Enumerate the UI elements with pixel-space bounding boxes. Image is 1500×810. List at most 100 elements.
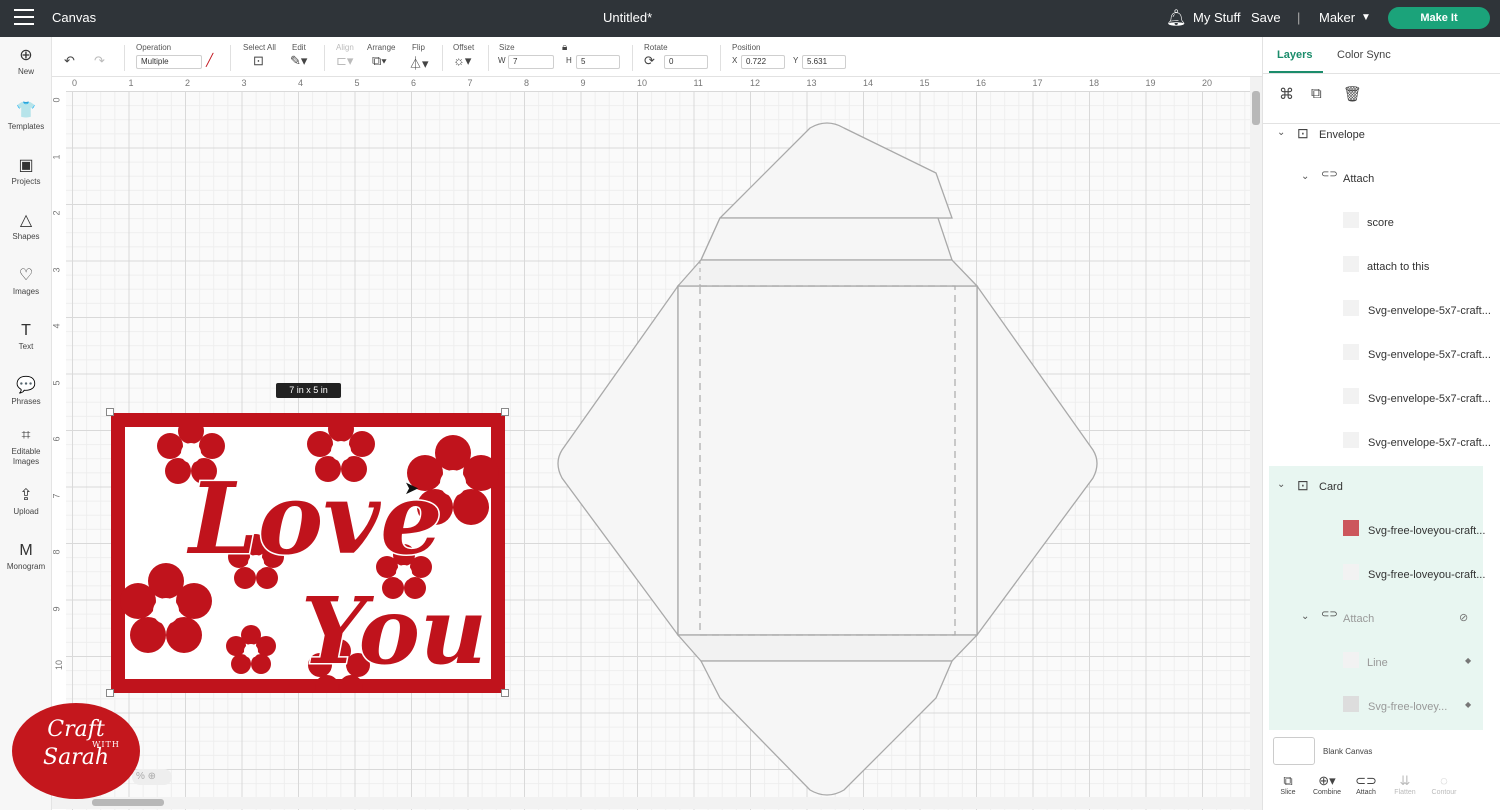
layer-row[interactable]: Svg-envelope-5x7-craft... <box>1263 290 1500 334</box>
sidebar-item-monogram[interactable]: M Monogram <box>0 542 52 572</box>
layer-name: Svg-envelope-5x7-craft... <box>1368 349 1491 361</box>
chevron-down-icon[interactable]: ⌄ <box>1277 479 1285 490</box>
save-button[interactable]: Save <box>1251 10 1281 25</box>
app-title: Canvas <box>52 10 97 25</box>
layer-row[interactable]: Line ◆ <box>1269 642 1483 686</box>
sidebar-item-shapes[interactable]: △ Shapes <box>0 212 52 242</box>
sidebar-item-projects[interactable]: ▣ Projects <box>0 157 52 187</box>
document-title[interactable]: Untitled* <box>603 10 652 25</box>
align-icon[interactable]: ⊏▾ <box>336 53 353 69</box>
menu-icon[interactable] <box>14 9 34 25</box>
tool-label: Attach <box>1356 789 1376 796</box>
undo-icon[interactable]: ↶ <box>64 53 75 69</box>
tool-label: Slice <box>1280 789 1296 796</box>
ruler-tick-label: 7 <box>51 492 62 499</box>
resize-handle[interactable] <box>501 689 509 697</box>
sidebar-item-phrases[interactable]: 💬 Phrases <box>0 377 52 407</box>
vertical-scrollbar[interactable] <box>1250 77 1262 810</box>
zoom-control[interactable]: % ⊕ <box>132 769 172 785</box>
scroll-thumb[interactable] <box>1252 91 1260 125</box>
layer-row[interactable]: ⌄ ⊡ Card <box>1269 466 1483 510</box>
bell-icon[interactable]: 🔔︎ <box>1166 8 1186 28</box>
lock-icon[interactable]: 🔒︎ <box>562 42 567 53</box>
x-input[interactable]: 0.722 <box>741 55 785 69</box>
rotate-icon[interactable]: ⟳ <box>644 53 655 69</box>
chevron-down-icon[interactable]: ⌄ <box>1277 127 1285 138</box>
tool-combine[interactable]: ⊕▾ Combine <box>1310 773 1344 796</box>
sidebar-item-new[interactable]: ⊕ New <box>0 47 52 77</box>
width-label: W <box>498 56 506 65</box>
sidebar-item-images[interactable]: ♡ Images <box>0 267 52 297</box>
ruler-tick-label: 12 <box>750 78 761 88</box>
trash-icon[interactable]: 🗑︎ <box>1343 85 1362 103</box>
resize-handle[interactable] <box>501 408 509 416</box>
ruler-tick-label: 0 <box>72 78 78 88</box>
layer-row[interactable]: ⌄ ⊡ Envelope <box>1263 114 1500 158</box>
ruler-tick-label: 1 <box>128 78 134 88</box>
redo-icon[interactable]: ↷ <box>94 53 105 69</box>
select-all-icon[interactable]: ⊡ <box>253 53 264 69</box>
layer-row[interactable]: score <box>1263 202 1500 246</box>
resize-handle[interactable] <box>106 408 114 416</box>
offset-icon[interactable]: ☼▾ <box>453 53 471 69</box>
score-line-icon: ◆ <box>1465 700 1472 709</box>
sidebar-item-editable-images[interactable]: ⌗ Editable Images <box>0 427 52 467</box>
chevron-down-icon[interactable]: ⌄ <box>1301 171 1309 182</box>
height-input[interactable]: 5 <box>576 55 620 69</box>
envelope-design[interactable] <box>550 118 1110 800</box>
tool-slice[interactable]: ⧉ Slice <box>1271 773 1305 796</box>
layer-row[interactable]: Svg-free-lovey... ◆ <box>1269 686 1483 730</box>
resize-handle[interactable] <box>106 689 114 697</box>
rotate-input[interactable]: 0 <box>664 55 708 69</box>
duplicate-icon[interactable]: ⧉ <box>1311 85 1322 102</box>
sidebar-item-label: Text <box>18 342 34 351</box>
ruler-top: 0 1 2 3 4 5 6 7 8 9 10 11 12 13 14 15 16 17 18 19 20 <box>52 77 1250 91</box>
layer-row[interactable]: ⌄ ⊂⊃ Attach <box>1263 158 1500 202</box>
layers-panel: Layers Color Sync ⌘ ⧉ 🗑︎ ⌄ ⊡ Envelope ⌄ ⊂⊃ At… <box>1262 37 1500 810</box>
pencil-icon[interactable]: ✎▾ <box>290 53 307 69</box>
layer-thumbnail <box>1343 432 1359 448</box>
layer-name: Envelope <box>1319 129 1365 141</box>
chevron-down-icon[interactable]: ▼ <box>1361 12 1371 23</box>
blank-canvas-swatch[interactable] <box>1273 737 1315 765</box>
layer-row[interactable]: attach to this <box>1263 246 1500 290</box>
group-icon: ⊡ <box>1297 125 1309 141</box>
flip-icon[interactable]: ⏃▾ <box>409 53 429 72</box>
layer-row[interactable]: Svg-free-loveyou-craft... <box>1269 554 1485 598</box>
make-it-button[interactable]: Make It <box>1388 7 1490 29</box>
tool-attach[interactable]: ⊂⊃ Attach <box>1349 773 1383 796</box>
layer-row[interactable]: Svg-free-loveyou-craft... <box>1269 510 1485 554</box>
ruler-tick-label: 2 <box>51 210 62 216</box>
layer-row[interactable]: Svg-envelope-5x7-craft... <box>1263 378 1500 422</box>
tab-layers[interactable]: Layers <box>1277 49 1312 61</box>
chevron-down-icon[interactable]: ⌄ <box>1301 611 1309 622</box>
ruler-tick-label: 5 <box>354 78 360 88</box>
layer-thumbnail <box>1343 388 1359 404</box>
color-swatch-icon[interactable]: ╱ <box>206 53 213 67</box>
position-label: Position <box>732 43 761 52</box>
sidebar-item-text[interactable]: T Text <box>0 322 52 352</box>
tab-color-sync[interactable]: Color Sync <box>1337 49 1391 61</box>
sidebar-item-templates[interactable]: 👕 Templates <box>0 102 52 132</box>
y-input[interactable]: 5.631 <box>802 55 846 69</box>
layer-row[interactable]: Svg-envelope-5x7-craft... <box>1263 334 1500 378</box>
monogram-icon: M <box>19 542 33 559</box>
tool-flatten[interactable]: ⇊ Flatten <box>1388 773 1422 796</box>
arrange-label: Arrange <box>367 43 396 52</box>
layer-row[interactable]: ⌄ ⊂⊃ Attach ⊘ <box>1269 598 1483 642</box>
tool-contour[interactable]: ◌ Contour <box>1427 773 1461 796</box>
group-icon[interactable]: ⌘ <box>1279 85 1294 103</box>
width-input[interactable]: 7 <box>508 55 554 69</box>
arrange-icon[interactable]: ⧉▾ <box>372 53 387 69</box>
tool-label: Combine <box>1312 789 1341 796</box>
layer-row[interactable]: Svg-envelope-5x7-craft... <box>1263 422 1500 466</box>
love-you-card[interactable]: Love You <box>111 413 505 699</box>
sidebar-item-upload[interactable]: ⇪ Upload <box>0 487 52 517</box>
select-all-label: Select All <box>243 43 276 52</box>
card-design[interactable]: Love You <box>111 413 505 699</box>
my-stuff-link[interactable]: My Stuff <box>1193 10 1240 25</box>
scroll-thumb[interactable] <box>92 799 164 806</box>
hidden-eye-icon[interactable]: ⊘ <box>1459 611 1468 624</box>
machine-select[interactable]: Maker <box>1319 10 1355 25</box>
operation-select[interactable]: Multiple <box>136 55 202 69</box>
